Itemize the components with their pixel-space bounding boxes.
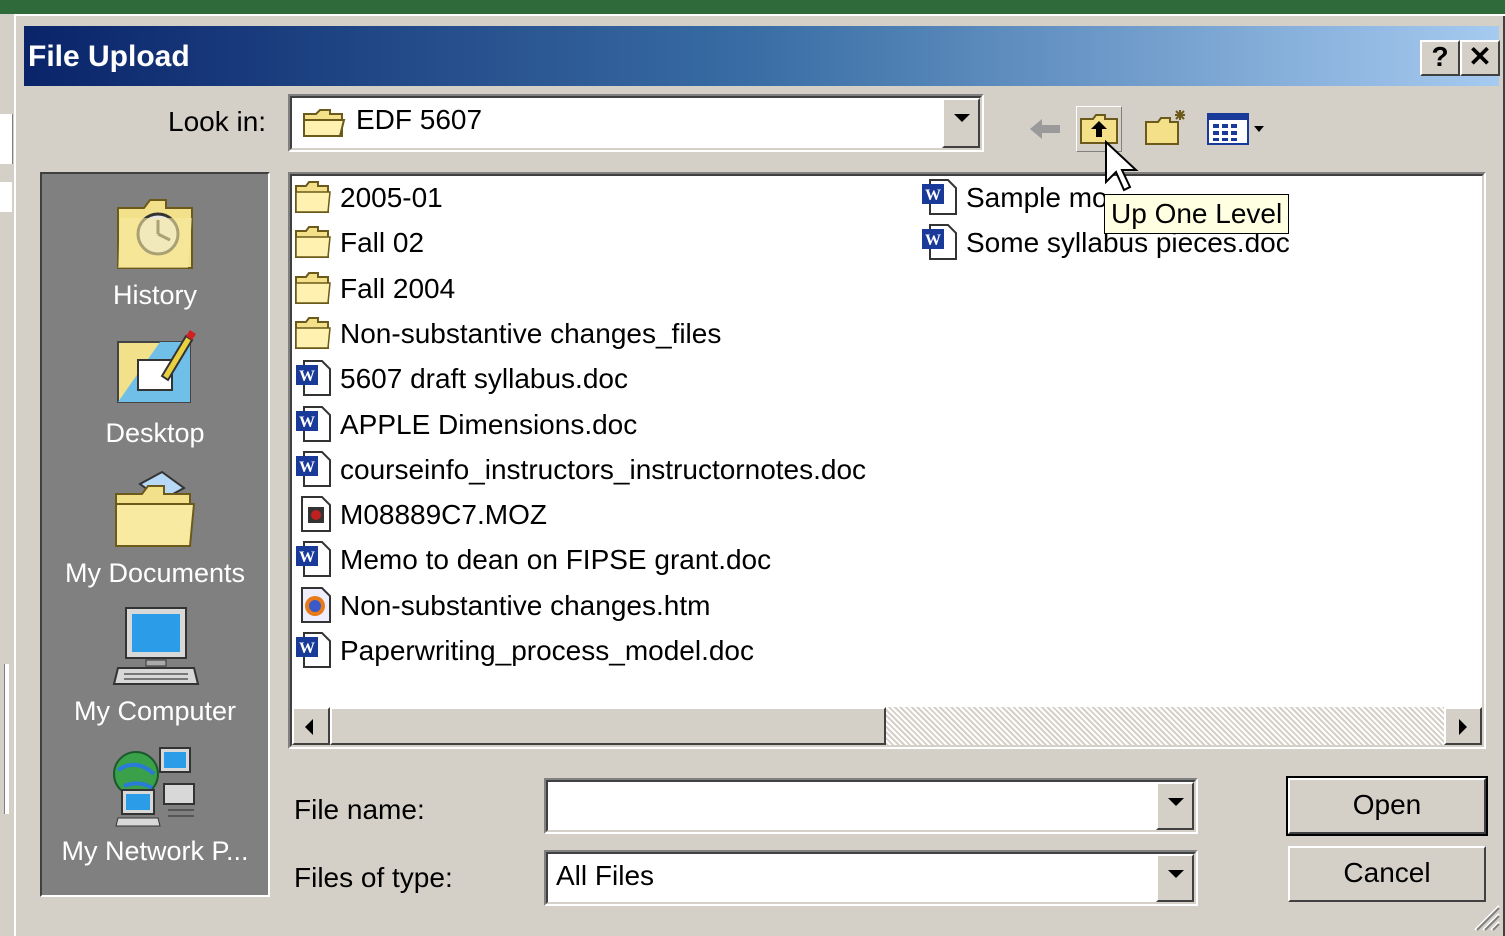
help-button[interactable]: ? — [1420, 40, 1460, 76]
look-in-label: Look in: — [168, 106, 267, 137]
files-of-type-label: Files of type: — [294, 862, 453, 893]
word-document-icon: W — [922, 224, 957, 261]
folder-icon — [295, 181, 331, 213]
file-name: Memo to dean on FIPSE grant.doc — [340, 544, 772, 576]
word-document-icon: W — [922, 179, 957, 215]
file-name: 5607 draft syllabus.doc — [340, 363, 628, 395]
file-name: Non-substantive changes_files — [340, 317, 722, 349]
folder-icon — [295, 316, 331, 349]
close-button[interactable]: ✕ — [1460, 40, 1500, 76]
file-list[interactable]: 2005-01 Fall 02 Fall 2004 Non-substantive c… — [288, 172, 1486, 749]
mouse-cursor-icon — [1105, 140, 1139, 192]
svg-text:W: W — [925, 187, 941, 204]
chevron-down-icon[interactable] — [1156, 854, 1194, 902]
look-in-value: EDF 5607 — [356, 104, 483, 135]
chevron-down-icon[interactable] — [942, 98, 980, 148]
file-name: Paperwriting_process_model.doc — [340, 635, 754, 666]
chevron-down-icon[interactable] — [1156, 782, 1194, 830]
my-network-places-icon — [113, 747, 195, 827]
file-upload-dialog: File Upload ? ✕ Look in: EDF 5607 Histor… — [14, 14, 1505, 936]
background-window-fragment — [0, 182, 12, 212]
file-name: 2005-01 — [340, 182, 443, 213]
place-label: My Documents — [64, 558, 246, 588]
file-name: M08889C7.MOZ — [340, 499, 547, 531]
file-name-field[interactable] — [544, 778, 1198, 834]
background-window-fragment — [0, 114, 13, 164]
place-label: My Computer — [73, 696, 237, 726]
file-name: courseinfo_instructors_instructornotes.d… — [340, 453, 867, 485]
my-computer-icon — [112, 607, 200, 685]
word-document-icon: W — [296, 632, 331, 668]
folder-icon — [295, 271, 331, 304]
folder-icon — [303, 109, 346, 137]
background-window-edge — [0, 14, 14, 936]
window-title: File Upload — [28, 40, 190, 73]
title-bar[interactable]: File Upload ? ✕ — [24, 26, 1500, 86]
file-name: Sample mo — [966, 182, 1108, 213]
place-label: History — [112, 280, 197, 310]
back-arrow-icon[interactable] — [1022, 106, 1068, 152]
my-documents-icon — [115, 470, 196, 547]
place-my-computer[interactable]: My Computer — [42, 604, 268, 727]
file-name: Non-substantive changes.htm — [340, 589, 711, 621]
place-label: My Network P... — [61, 836, 249, 866]
new-folder-icon[interactable] — [1142, 106, 1188, 152]
scrollbar-thumb[interactable] — [330, 707, 886, 745]
file-name-label: File name: — [294, 794, 425, 825]
file-name: Fall 2004 — [340, 272, 456, 304]
place-desktop[interactable]: Desktop — [42, 326, 268, 449]
file-name: Fall 02 — [340, 227, 425, 259]
resize-grip-icon[interactable] — [1471, 902, 1501, 932]
folder-icon — [295, 226, 331, 259]
browser-document-icon — [301, 586, 331, 623]
cancel-button[interactable]: Cancel — [1288, 846, 1486, 902]
place-label: Desktop — [105, 418, 205, 448]
moz-file-icon — [301, 496, 331, 533]
word-document-icon: W — [296, 450, 331, 487]
up-one-level-tooltip: Up One Level — [1104, 194, 1290, 234]
look-in-dropdown[interactable]: EDF 5607 — [288, 94, 984, 152]
history-icon — [117, 199, 193, 269]
svg-text:W: W — [299, 459, 315, 476]
background-window-fragment — [4, 664, 9, 814]
places-bar: History Desktop My Documents My Computer… — [40, 172, 270, 897]
place-history[interactable]: History — [42, 188, 268, 311]
open-button[interactable]: Open — [1286, 776, 1488, 836]
svg-text:W: W — [299, 414, 315, 431]
place-my-network-places[interactable]: My Network P... — [42, 744, 268, 867]
files-of-type-value: All Files — [556, 860, 655, 891]
horizontal-scrollbar[interactable] — [292, 707, 1482, 745]
word-document-icon: W — [296, 360, 331, 397]
word-document-icon: W — [296, 405, 331, 442]
desktop-background — [0, 0, 1505, 14]
view-menu-icon[interactable] — [1204, 106, 1274, 152]
scroll-left-button[interactable] — [292, 707, 330, 745]
files-of-type-dropdown[interactable]: All Files — [544, 850, 1198, 906]
place-my-documents[interactable]: My Documents — [42, 466, 268, 589]
svg-text:W: W — [299, 368, 315, 385]
desktop-icon — [117, 330, 196, 403]
scroll-right-button[interactable] — [1444, 707, 1482, 745]
file-name: APPLE Dimensions.doc — [340, 408, 638, 440]
svg-text:W: W — [925, 232, 941, 249]
word-document-icon: W — [296, 541, 331, 578]
svg-text:W: W — [299, 549, 315, 566]
svg-text:W: W — [299, 640, 315, 657]
